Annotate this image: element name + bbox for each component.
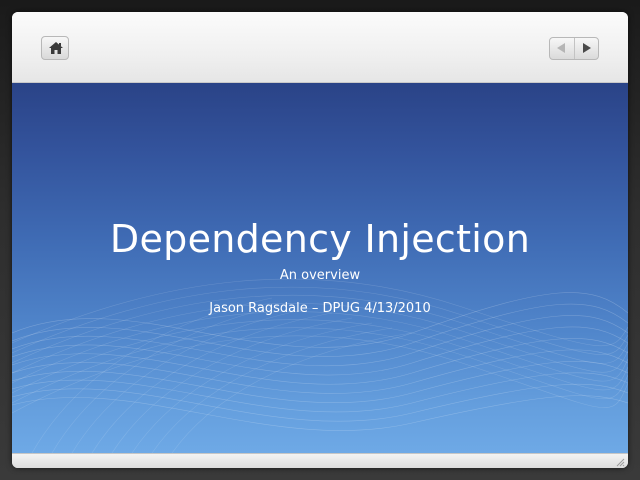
presentation-window: Dependency Injection An overview Jason R…: [12, 12, 628, 468]
slide-title: Dependency Injection: [109, 217, 531, 261]
previous-slide-button[interactable]: [550, 38, 575, 59]
slide-byline: Jason Ragsdale – DPUG 4/13/2010: [209, 301, 431, 316]
next-slide-button[interactable]: [575, 38, 598, 59]
home-button[interactable]: [41, 36, 69, 60]
slide-canvas: Dependency Injection An overview Jason R…: [12, 83, 628, 453]
arrow-right-icon: [583, 43, 591, 53]
toolbar: [12, 12, 628, 83]
arrow-left-icon: [557, 43, 565, 53]
resize-grip-icon[interactable]: [615, 457, 625, 467]
slide-navigation: [549, 37, 599, 60]
status-bar: [12, 453, 628, 468]
slide-subtitle: An overview: [279, 268, 361, 283]
home-icon: [49, 42, 63, 54]
